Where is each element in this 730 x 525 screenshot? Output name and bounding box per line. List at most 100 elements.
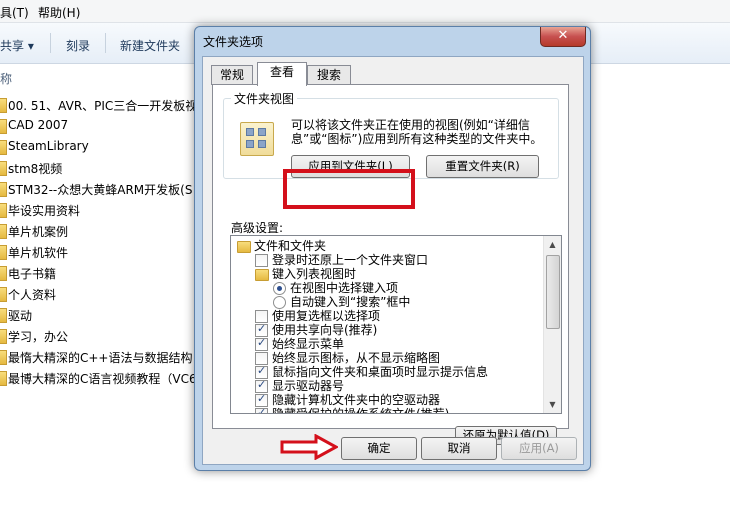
- menu-bar: 具(T) 帮助(H): [0, 0, 730, 23]
- file-row[interactable]: 电子书籍: [0, 262, 200, 283]
- checkbox[interactable]: [255, 254, 268, 267]
- advanced-item[interactable]: 始终显示图标，从不显示缩略图: [231, 351, 543, 365]
- advanced-item[interactable]: 使用共享向导(推荐): [231, 322, 543, 337]
- file-row[interactable]: 单片机案例: [0, 220, 200, 241]
- tab-general[interactable]: 常规: [211, 65, 253, 85]
- folder-icon: [0, 350, 7, 365]
- advanced-item-label: 自动键入到“搜索”框中: [290, 295, 411, 309]
- radio-button[interactable]: [273, 296, 286, 309]
- advanced-item-label: 鼠标指向文件夹和桌面项时显示提示信息: [272, 365, 489, 379]
- folder-icon: [0, 203, 7, 218]
- file-name: STM32--众想大黄蜂ARM开发板(S: [8, 183, 193, 197]
- highlight-box: [283, 169, 415, 209]
- advanced-item-label: 始终显示图标，从不显示缩略图: [272, 351, 441, 365]
- file-row[interactable]: 最惰大精深的C++语法与数据结构: [0, 346, 200, 367]
- advanced-item-label: 键入列表视图时: [272, 267, 357, 281]
- file-row[interactable]: CAD 2007: [0, 115, 200, 136]
- advanced-scrollbar[interactable]: ▲ ▼: [543, 236, 561, 413]
- file-row[interactable]: 学习，办公: [0, 325, 200, 346]
- file-row[interactable]: 最博大精深的C语言视频教程（VC6: [0, 367, 200, 388]
- close-button[interactable]: ✕: [540, 27, 586, 47]
- folder-icon: [237, 241, 251, 253]
- scroll-up-icon[interactable]: ▲: [544, 236, 561, 253]
- dialog-title: 文件夹选项: [203, 35, 264, 49]
- cancel-button[interactable]: 取消: [421, 437, 497, 460]
- folder-views-legend: 文件夹视图: [231, 90, 298, 107]
- checkbox[interactable]: [255, 336, 268, 351]
- file-row[interactable]: 单片机软件: [0, 241, 200, 262]
- advanced-settings-label: 高级设置:: [231, 221, 284, 235]
- new-folder-button[interactable]: 新建文件夹: [120, 37, 180, 54]
- folder-options-dialog: 文件夹选项 ✕ 常规 查看 搜索 可以将该文件夹正在使用的视图(例如“详细信息”…: [194, 26, 591, 471]
- advanced-item[interactable]: 隐藏受保护的操作系统文件(推荐): [231, 406, 543, 413]
- reset-folders-button[interactable]: 重置文件夹(R): [426, 155, 539, 178]
- folder-icon: [0, 119, 7, 134]
- folder-view-icon: [240, 122, 274, 156]
- file-name: 00. 51、AVR、PIC三合一开发板视: [8, 99, 198, 113]
- tab-search[interactable]: 搜索: [307, 65, 351, 85]
- radio-button[interactable]: [273, 282, 286, 295]
- advanced-item[interactable]: 自动键入到“搜索”框中: [231, 295, 543, 309]
- advanced-item-label: 隐藏计算机文件夹中的空驱动器: [272, 393, 441, 407]
- file-name: stm8视频: [8, 162, 63, 176]
- menu-tools[interactable]: 具(T): [0, 4, 29, 21]
- advanced-item-label: 显示驱动器号: [272, 379, 345, 393]
- file-row[interactable]: STM32--众想大黄蜂ARM开发板(S: [0, 178, 200, 199]
- scroll-down-icon[interactable]: ▼: [544, 396, 561, 413]
- checkbox[interactable]: [255, 406, 268, 413]
- advanced-item[interactable]: 登录时还原上一个文件夹窗口: [231, 253, 543, 267]
- dialog-client: 常规 查看 搜索 可以将该文件夹正在使用的视图(例如“详细信息”或“图标”)应用…: [202, 56, 584, 465]
- file-name: 毕设实用资料: [8, 204, 81, 218]
- tab-view[interactable]: 查看: [257, 62, 307, 86]
- scroll-thumb[interactable]: [546, 255, 560, 329]
- file-name: 学习，办公: [8, 330, 69, 344]
- file-row[interactable]: 驱动: [0, 304, 200, 325]
- folder-icon: [0, 161, 7, 176]
- advanced-item-label: 始终显示菜单: [272, 337, 345, 351]
- folder-icon: [0, 182, 7, 197]
- file-name: 驱动: [8, 309, 33, 323]
- file-row[interactable]: 个人资料: [0, 283, 200, 304]
- file-name: 个人资料: [8, 288, 57, 302]
- red-arrow-icon: [280, 434, 338, 460]
- advanced-settings-list[interactable]: 文件和文件夹 登录时还原上一个文件夹窗口 键入列表视图时 在视图中选择键入项 自动键入到…: [230, 235, 562, 414]
- share-button[interactable]: 共享 ▾: [0, 37, 34, 54]
- file-name: 电子书籍: [8, 267, 57, 281]
- advanced-item-label: 隐藏受保护的操作系统文件(推荐): [272, 407, 449, 413]
- advanced-item[interactable]: 使用复选框以选择项: [231, 309, 543, 323]
- file-name: 最博大精深的C语言视频教程（VC6: [8, 372, 197, 386]
- folder-icon: [0, 245, 7, 260]
- ok-button[interactable]: 确定: [341, 437, 417, 460]
- column-header-name[interactable]: 称: [0, 70, 12, 87]
- advanced-item-label: 使用共享向导(推荐): [272, 323, 378, 337]
- file-name: 单片机软件: [8, 246, 69, 260]
- file-row[interactable]: 00. 51、AVR、PIC三合一开发板视: [0, 94, 200, 115]
- folder-icon: [0, 329, 7, 344]
- folder-views-description: 可以将该文件夹正在使用的视图(例如“详细信息”或“图标”)应用到所有这种类型的文…: [291, 118, 543, 146]
- folder-views-group: 可以将该文件夹正在使用的视图(例如“详细信息”或“图标”)应用到所有这种类型的文…: [223, 98, 559, 179]
- folder-icon: [0, 224, 7, 239]
- advanced-item[interactable]: 隐藏计算机文件夹中的空驱动器: [231, 392, 543, 407]
- apply-button: 应用(A): [501, 437, 577, 460]
- folder-icon: [0, 287, 7, 302]
- burn-button[interactable]: 刻录: [66, 37, 90, 54]
- advanced-item-label: 登录时还原上一个文件夹窗口: [272, 253, 429, 267]
- advanced-item[interactable]: 显示驱动器号: [231, 378, 543, 393]
- file-name: 最惰大精深的C++语法与数据结构: [8, 351, 193, 365]
- advanced-item-label: 在视图中选择键入项: [290, 281, 399, 295]
- file-row[interactable]: stm8视频: [0, 157, 200, 178]
- advanced-item[interactable]: 始终显示菜单: [231, 336, 543, 351]
- folder-icon: [0, 371, 7, 386]
- file-row[interactable]: SteamLibrary: [0, 136, 200, 157]
- folder-icon: [0, 140, 7, 155]
- advanced-item[interactable]: 在视图中选择键入项: [231, 281, 543, 295]
- file-name: SteamLibrary: [8, 139, 89, 153]
- advanced-item: 键入列表视图时: [231, 267, 543, 281]
- file-row[interactable]: 毕设实用资料: [0, 199, 200, 220]
- folder-icon: [0, 266, 7, 281]
- folder-icon: [0, 98, 7, 113]
- advanced-item[interactable]: 鼠标指向文件夹和桌面项时显示提示信息: [231, 364, 543, 379]
- folder-icon: [255, 269, 269, 281]
- menu-help[interactable]: 帮助(H): [38, 4, 80, 21]
- view-tab-panel: 可以将该文件夹正在使用的视图(例如“详细信息”或“图标”)应用到所有这种类型的文…: [212, 84, 569, 445]
